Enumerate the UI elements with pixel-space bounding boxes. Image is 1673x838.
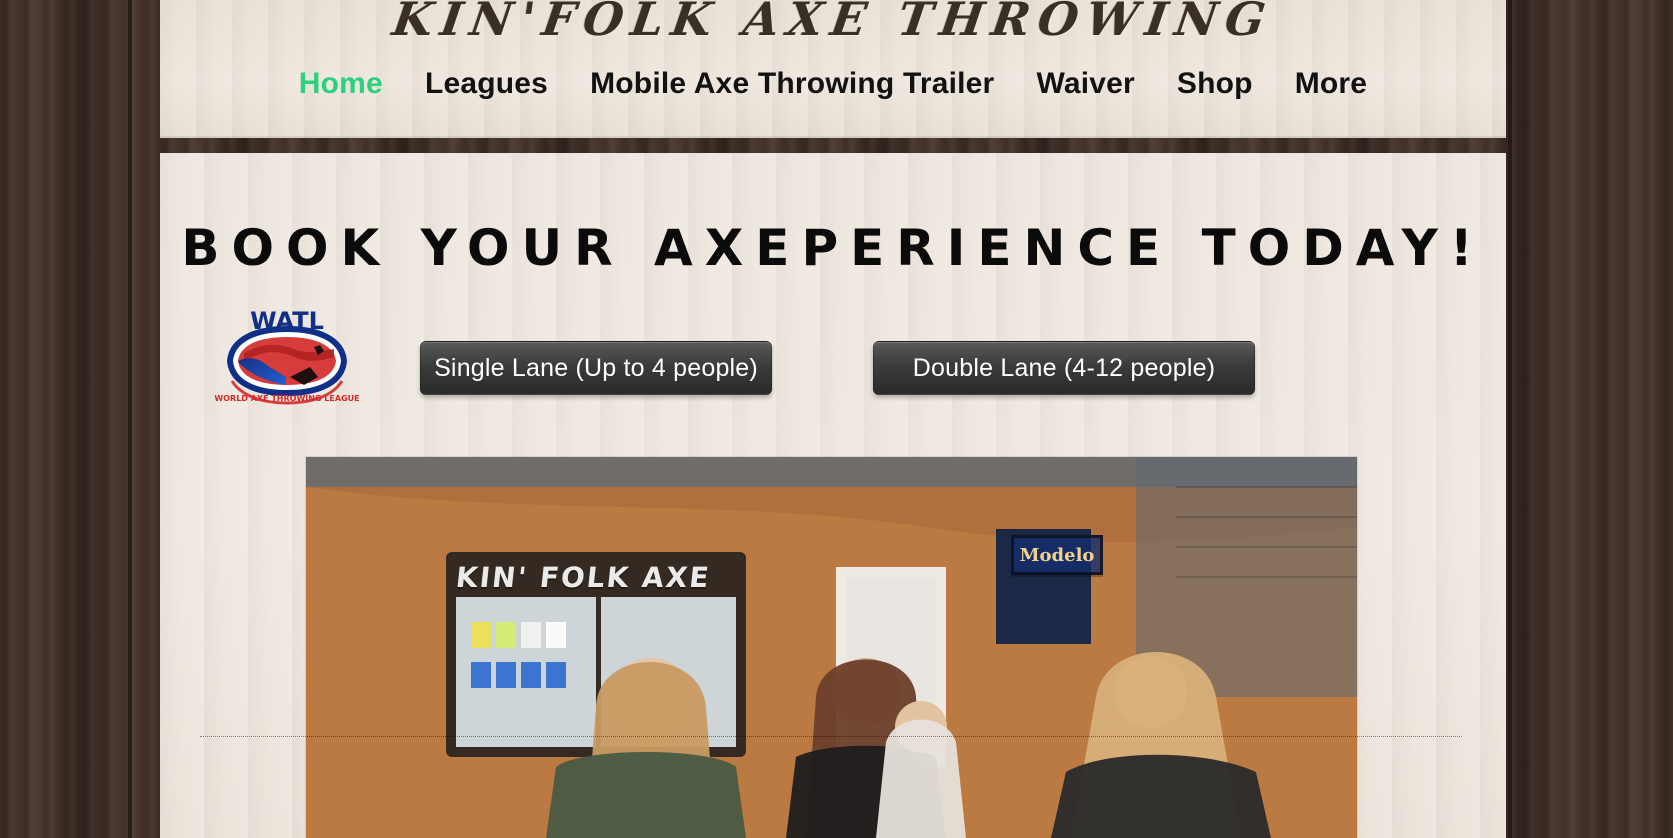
single-lane-button[interactable]: Single Lane (Up to 4 people) bbox=[420, 341, 772, 395]
wood-seam-right bbox=[1508, 0, 1512, 838]
photo-modelo-sign: Modelo bbox=[1011, 535, 1103, 575]
hero-photo: KIN' FOLK AXE Modelo bbox=[306, 457, 1357, 838]
photo-brand-sign: KIN' FOLK AXE bbox=[454, 561, 713, 594]
watl-logo-icon: WATL WORLD AXE THROWING LEAGUE bbox=[214, 307, 360, 405]
nav-mobile-axe-throwing-trailer[interactable]: Mobile Axe Throwing Trailer bbox=[590, 64, 994, 104]
brand-title: KIN'FOLK AXE THROWING bbox=[389, 0, 1277, 46]
watl-logo: WATL WORLD AXE THROWING LEAGUE bbox=[212, 305, 362, 405]
main-content: BOOK YOUR AXEPERIENCE TODAY! WATL WORLD … bbox=[160, 153, 1506, 838]
nav-waiver[interactable]: Waiver bbox=[1036, 64, 1134, 104]
nav-home[interactable]: Home bbox=[299, 64, 383, 104]
top-navigation: Home Leagues Mobile Axe Throwing Trailer… bbox=[160, 64, 1506, 104]
nav-more[interactable]: More bbox=[1295, 64, 1367, 104]
page-headline: BOOK YOUR AXEPERIENCE TODAY! bbox=[181, 219, 1485, 277]
content-divider bbox=[200, 736, 1462, 737]
wood-seam-left bbox=[128, 0, 132, 838]
double-lane-button[interactable]: Double Lane (4-12 people) bbox=[873, 341, 1255, 395]
hero-photo-art bbox=[306, 457, 1357, 838]
watl-logo-subtext: WORLD AXE THROWING LEAGUE bbox=[214, 394, 359, 403]
nav-shop[interactable]: Shop bbox=[1177, 64, 1253, 104]
nav-leagues[interactable]: Leagues bbox=[425, 64, 548, 104]
site-header: KIN'FOLK AXE THROWING Home Leagues Mobil… bbox=[160, 0, 1506, 138]
